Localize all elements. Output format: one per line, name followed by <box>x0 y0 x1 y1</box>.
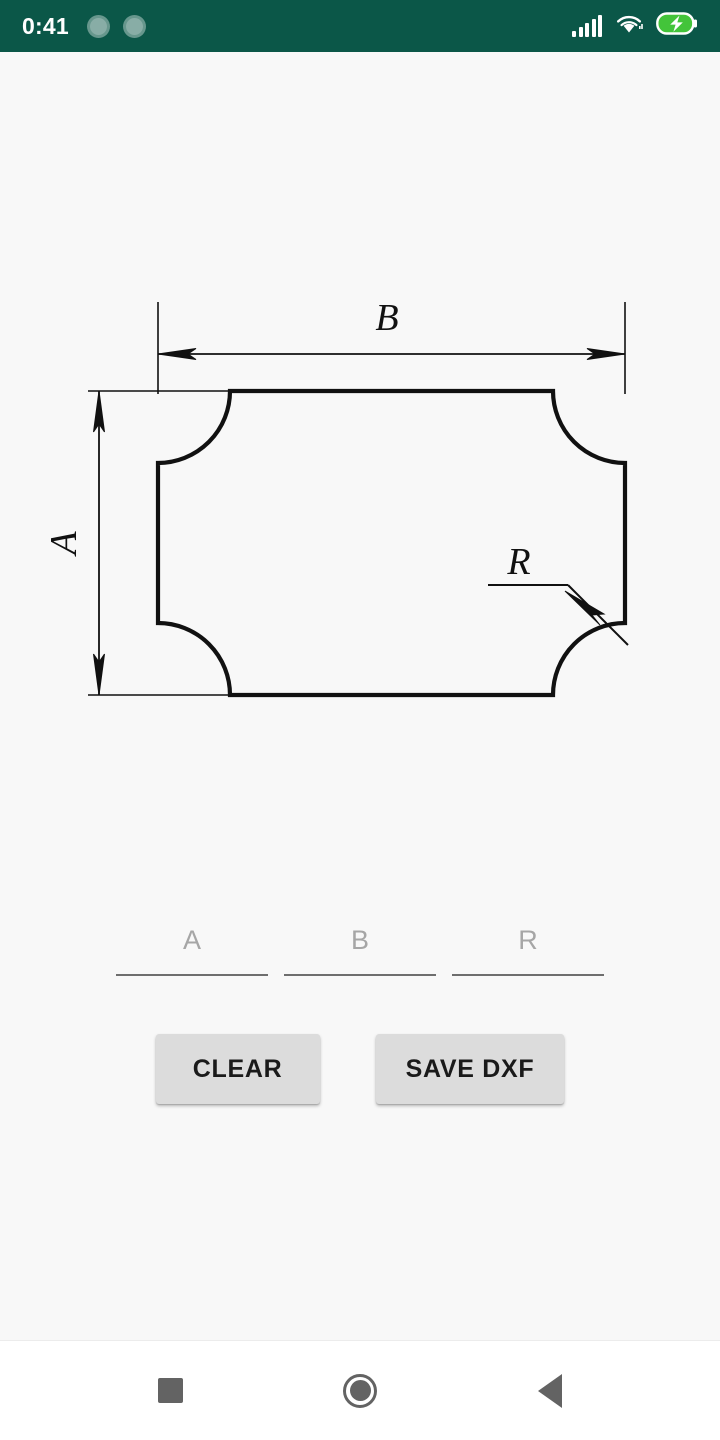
home-button[interactable] <box>285 1341 435 1440</box>
input-r-underline <box>452 974 604 976</box>
status-bar: 0:41 <box>0 0 720 52</box>
notification-circle-1-icon <box>86 14 110 38</box>
android-navigation-bar <box>0 1340 720 1440</box>
back-button[interactable] <box>475 1341 625 1440</box>
technical-drawing: B A R <box>0 242 720 742</box>
home-circle-icon <box>343 1373 377 1408</box>
back-triangle-icon <box>538 1373 562 1408</box>
input-b[interactable] <box>284 914 436 966</box>
field-a <box>116 914 268 976</box>
dimension-label-b: B <box>375 297 398 339</box>
input-a[interactable] <box>116 914 268 966</box>
input-r[interactable] <box>452 914 604 966</box>
status-bar-clock: 0:41 <box>22 12 69 39</box>
field-b <box>284 914 436 976</box>
status-bar-right-icons <box>572 11 698 41</box>
recents-button[interactable] <box>95 1341 245 1440</box>
save-dxf-button[interactable]: SAVE DXF <box>375 1034 565 1104</box>
notification-circle-2-icon <box>122 14 146 38</box>
input-b-underline <box>284 974 436 976</box>
action-buttons: CLEAR SAVE DXF <box>0 1034 720 1104</box>
app-content: B A R CLEAR SAVE DXF <box>0 52 720 1340</box>
dimension-inputs <box>116 914 604 976</box>
input-a-underline <box>116 974 268 976</box>
field-r <box>452 914 604 976</box>
clear-button[interactable]: CLEAR <box>155 1034 320 1104</box>
dimension-label-a: A <box>43 531 85 558</box>
recents-square-icon <box>157 1378 183 1403</box>
app-root: 0:41 B A R A B R CLEAR SAVE DXF <box>0 0 720 1440</box>
dimension-label-r: R <box>506 541 530 583</box>
signal-bars-icon <box>572 15 602 37</box>
notification-icons <box>86 14 146 38</box>
battery-charging-icon <box>656 11 698 41</box>
wifi-icon <box>615 13 643 40</box>
